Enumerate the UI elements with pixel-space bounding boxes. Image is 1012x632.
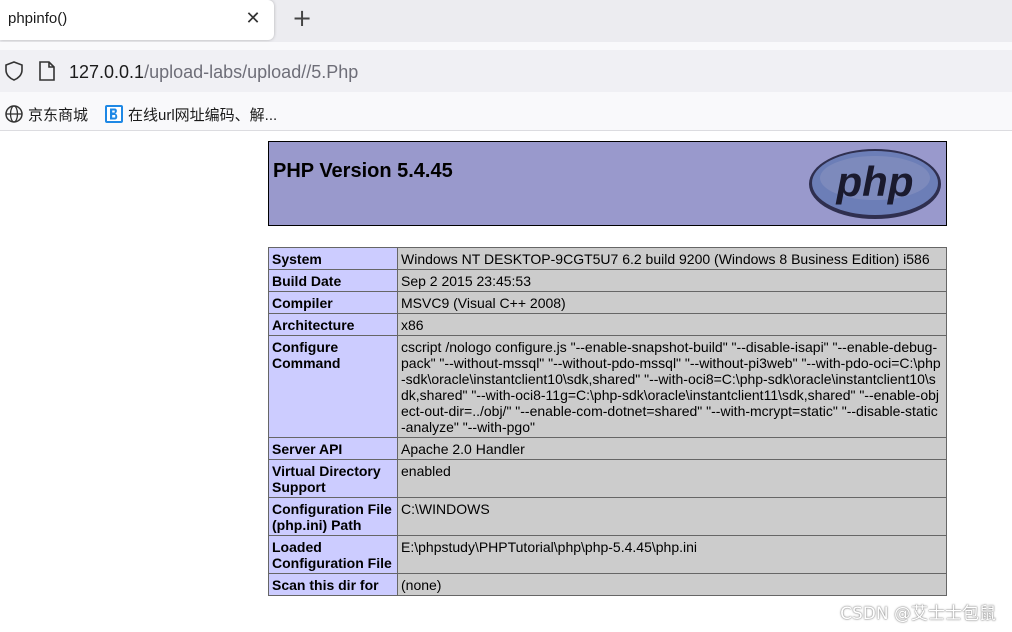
table-row: Virtual Directory Support enabled bbox=[268, 459, 947, 498]
new-tab-plus-icon[interactable]: + bbox=[290, 6, 314, 30]
php-logo-text: php bbox=[836, 158, 914, 205]
bookmark-b-icon bbox=[105, 105, 123, 123]
close-icon[interactable]: ✕ bbox=[242, 8, 264, 30]
bookmarks-bar: 京东商城 在线url网址编码、解... bbox=[0, 98, 1012, 131]
row-key: Architecture bbox=[268, 313, 398, 336]
tab-phpinfo[interactable]: phpinfo() ✕ bbox=[0, 0, 274, 40]
row-key: Scan this dir for bbox=[268, 573, 398, 596]
table-row: Compiler MSVC9 (Visual C++ 2008) bbox=[268, 291, 947, 314]
row-value: Windows NT DESKTOP-9CGT5U7 6.2 build 920… bbox=[397, 247, 947, 270]
table-row: Scan this dir for (none) bbox=[268, 573, 947, 596]
bookmark-jd[interactable]: 京东商城 bbox=[4, 103, 88, 125]
page-title: PHP Version 5.4.45 bbox=[273, 160, 453, 182]
row-value: E:\phpstudy\PHPTutorial\php\php-5.4.45\p… bbox=[397, 535, 947, 574]
bookmark-url-encode[interactable]: 在线url网址编码、解... bbox=[104, 103, 277, 125]
row-value: enabled bbox=[397, 459, 947, 498]
tab-title: phpinfo() bbox=[8, 10, 68, 27]
row-key: Loaded Configuration File bbox=[268, 535, 398, 574]
row-key: Configuration File (php.ini) Path bbox=[268, 497, 398, 536]
php-logo[interactable]: php bbox=[808, 148, 942, 220]
row-key: Virtual Directory Support bbox=[268, 459, 398, 498]
url-text[interactable]: 127.0.0.1/upload-labs/upload//5.Php bbox=[69, 62, 358, 83]
navigation-bar: 127.0.0.1/upload-labs/upload//5.Php bbox=[0, 42, 1012, 98]
row-key: Configure Command bbox=[268, 335, 398, 438]
tab-bar: phpinfo() ✕ + bbox=[0, 0, 1012, 42]
table-row: Loaded Configuration File E:\phpstudy\PHP… bbox=[268, 535, 947, 574]
bookmark-label: 京东商城 bbox=[28, 106, 89, 124]
row-value: (none) bbox=[397, 573, 947, 596]
page-content: PHP Version 5.4.45 php System Windows NT … bbox=[0, 131, 1012, 632]
row-key: Build Date bbox=[268, 269, 398, 292]
row-value: Sep 2 2015 23:45:53 bbox=[397, 269, 947, 292]
table-row: Architecture x86 bbox=[268, 313, 947, 336]
row-value: cscript /nologo configure.js "--enable-s… bbox=[397, 335, 947, 438]
table-row: Configuration File (php.ini) Path C:\WIND… bbox=[268, 497, 947, 536]
table-row: Server API Apache 2.0 Handler bbox=[268, 437, 947, 460]
row-key: Server API bbox=[268, 437, 398, 460]
table-row: System Windows NT DESKTOP-9CGT5U7 6.2 bui… bbox=[268, 247, 947, 270]
bookmark-label: 在线url网址编码、解... bbox=[128, 106, 278, 124]
page-icon[interactable] bbox=[38, 61, 56, 81]
row-key: System bbox=[268, 247, 398, 270]
row-value: Apache 2.0 Handler bbox=[397, 437, 947, 460]
row-value: x86 bbox=[397, 313, 947, 336]
url-host: 127.0.0.1 bbox=[69, 62, 145, 82]
php-version-header: PHP Version 5.4.45 php bbox=[268, 141, 947, 226]
table-row: Configure Command cscript /nologo configu… bbox=[268, 335, 947, 438]
phpinfo-table: System Windows NT DESKTOP-9CGT5U7 6.2 bui… bbox=[268, 247, 947, 596]
csdn-watermark: CSDN @艾士士包鼠 bbox=[840, 604, 996, 624]
table-row: Build Date Sep 2 2015 23:45:53 bbox=[268, 269, 947, 292]
row-value: MSVC9 (Visual C++ 2008) bbox=[397, 291, 947, 314]
row-value: C:\WINDOWS bbox=[397, 497, 947, 536]
row-key: Compiler bbox=[268, 291, 398, 314]
url-path: /upload-labs/upload//5.Php bbox=[144, 62, 359, 82]
globe-icon bbox=[5, 105, 23, 123]
shield-icon[interactable] bbox=[4, 61, 24, 81]
address-bar[interactable]: 127.0.0.1/upload-labs/upload//5.Php bbox=[0, 50, 1012, 92]
